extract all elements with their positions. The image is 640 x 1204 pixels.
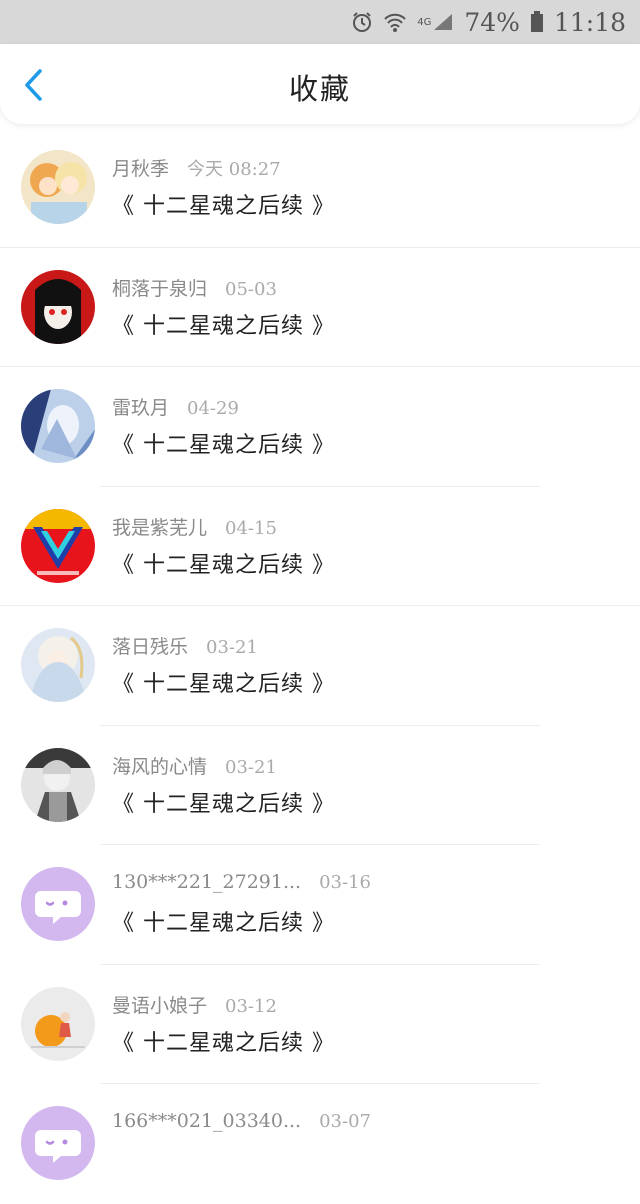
avatar[interactable] [21, 747, 95, 822]
work-title: 《 十二星魂之后续 》 [112, 194, 335, 219]
timestamp: 03-16 [319, 872, 371, 893]
username: 曼语小娘子 [112, 994, 208, 1017]
timestamp: 04-15 [225, 517, 277, 539]
work-title: 《 十二星魂之后续 》 [112, 672, 335, 697]
chat-bubble-icon [21, 867, 95, 941]
username: 166***021_03340... [112, 1110, 302, 1132]
page-title: 收藏 [288, 72, 351, 106]
timestamp: 03-12 [225, 995, 277, 1017]
list-item[interactable]: 166***021_03340... 03-07 [0, 1084, 640, 1204]
avatar[interactable] [21, 389, 95, 463]
timestamp: 03-07 [319, 1111, 371, 1132]
alarm-icon [351, 11, 373, 33]
avatar[interactable] [21, 986, 95, 1061]
username: 130***221_27291... [112, 871, 302, 893]
timestamp: 04-29 [187, 398, 239, 419]
network-type: 4G [417, 16, 432, 28]
favorites-list: 月秋季 今天 08:27 《 十二星魂之后续 》 桐落于泉归 05-03 《 十二星… [0, 128, 640, 1204]
avatar[interactable] [21, 269, 95, 344]
username: 我是紫芜儿 [112, 516, 208, 539]
battery-percent: 74% [464, 7, 520, 37]
avatar[interactable] [21, 867, 95, 941]
username: 落日残乐 [112, 636, 189, 658]
avatar[interactable] [21, 150, 95, 224]
timestamp: 今天 08:27 [187, 159, 281, 180]
list-item[interactable]: 雷玖月 04-29 《 十二星魂之后续 》 [0, 367, 640, 487]
avatar[interactable] [21, 508, 95, 583]
timestamp: 05-03 [225, 278, 277, 300]
signal-icon: 4G [417, 12, 454, 32]
status-bar: 4G 74% 11:18 [0, 0, 640, 44]
avatar[interactable] [21, 628, 95, 702]
username: 桐落于泉归 [112, 277, 208, 300]
work-title: 《 十二星魂之后续 》 [112, 552, 335, 578]
list-item[interactable]: 130***221_27291... 03-16 《 十二星魂之后续 》 [0, 845, 640, 965]
work-title: 《 十二星魂之后续 》 [112, 911, 335, 936]
avatar[interactable] [21, 1106, 95, 1180]
timestamp: 03-21 [225, 756, 277, 778]
work-title: 《 十二星魂之后续 》 [112, 1030, 335, 1056]
chat-bubble-icon [21, 1106, 95, 1180]
nav-header: 收藏 [0, 44, 640, 124]
wifi-icon [383, 11, 407, 33]
work-title: 《 十二星魂之后续 》 [112, 791, 335, 817]
battery-icon [530, 11, 544, 33]
list-item[interactable]: 我是紫芜儿 04-15 《 十二星魂之后续 》 [0, 487, 640, 606]
list-item[interactable]: 曼语小娘子 03-12 《 十二星魂之后续 》 [0, 965, 640, 1084]
work-title: 《 十二星魂之后续 》 [112, 313, 335, 339]
username: 月秋季 [112, 158, 170, 180]
list-item[interactable]: 桐落于泉归 05-03 《 十二星魂之后续 》 [0, 248, 640, 367]
timestamp: 03-21 [206, 637, 258, 658]
list-item[interactable]: 海风的心情 03-21 《 十二星魂之后续 》 [0, 726, 640, 845]
work-title: 《 十二星魂之后续 》 [112, 433, 335, 458]
list-item[interactable]: 月秋季 今天 08:27 《 十二星魂之后续 》 [0, 128, 640, 248]
username: 海风的心情 [112, 755, 208, 778]
clock: 11:18 [553, 7, 626, 37]
list-item[interactable]: 落日残乐 03-21 《 十二星魂之后续 》 [0, 606, 640, 726]
username: 雷玖月 [112, 397, 170, 419]
